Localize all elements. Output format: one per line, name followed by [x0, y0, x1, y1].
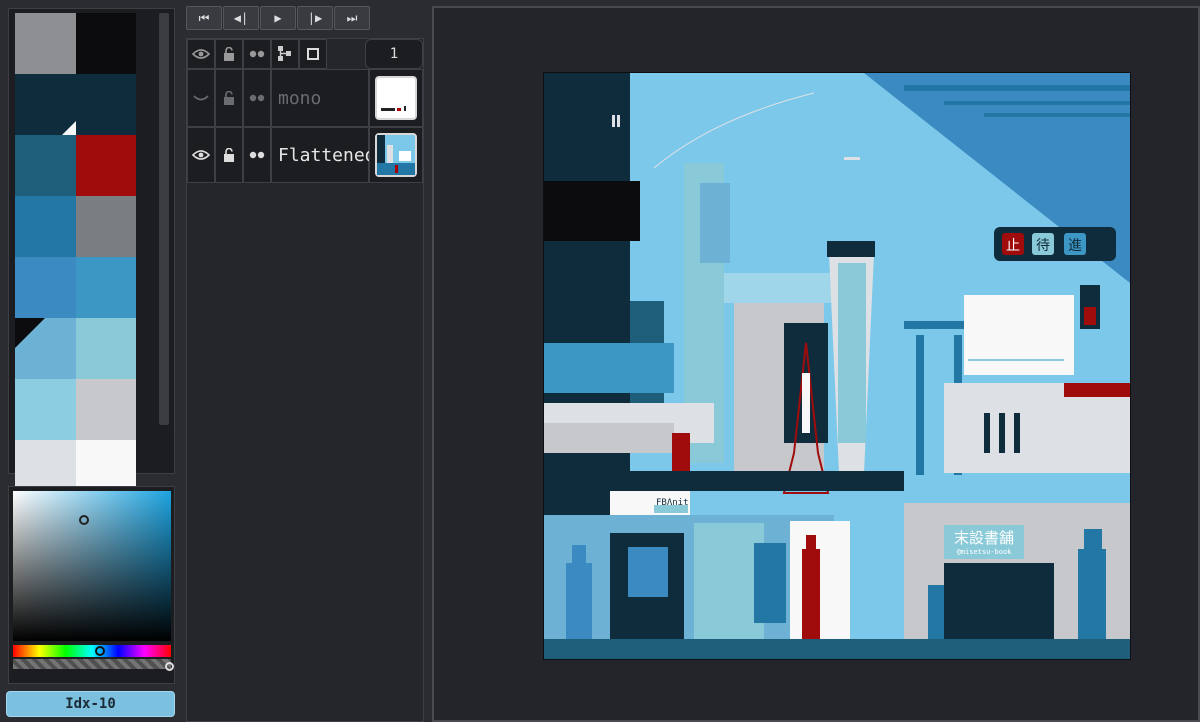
- palette-swatch[interactable]: [15, 196, 76, 257]
- thumbnail-mono-image: [375, 76, 417, 120]
- palette-scrollbar[interactable]: [159, 13, 169, 425]
- visibility-eye-icon[interactable]: [187, 127, 215, 183]
- skip-to-end-icon: ⏭: [346, 11, 358, 25]
- palette-swatch[interactable]: [76, 318, 136, 379]
- layer-lock-icon[interactable]: [215, 127, 243, 183]
- palette-swatch[interactable]: [15, 318, 76, 379]
- signal-char-stop: 止: [1006, 238, 1020, 254]
- thumbnail-flattened-image: [375, 133, 417, 177]
- layer-name-flattened[interactable]: Flattened: [271, 127, 376, 183]
- bookshop-sign-text: 末設書舗: [954, 529, 1014, 547]
- play-button[interactable]: ▶: [260, 6, 296, 30]
- palette-swatch[interactable]: [76, 135, 136, 196]
- layer-lock-icon[interactable]: [215, 69, 243, 127]
- last-frame-button[interactable]: ⏭: [334, 6, 370, 30]
- station-sign: FBɅnit: [656, 498, 689, 508]
- artwork-canvas[interactable]: 止 待 進 FBɅnit 末設書舗 @misetsu-book: [543, 72, 1131, 660]
- palette-swatch[interactable]: [15, 13, 76, 74]
- palette-swatch[interactable]: [15, 379, 76, 440]
- palette-swatch[interactable]: [62, 74, 136, 135]
- layers-panel: 1 mono Flattened: [186, 38, 424, 722]
- layer-thumbnail-mono[interactable]: [369, 69, 423, 127]
- lock-icon[interactable]: [215, 39, 243, 69]
- link-icon[interactable]: [243, 39, 271, 69]
- secondary-swatch-marker: [15, 318, 45, 348]
- color-picker-panel: [8, 486, 175, 684]
- frame-square-icon[interactable]: [299, 39, 327, 69]
- swatch-grid: [15, 13, 136, 501]
- frame-number[interactable]: 1: [365, 39, 423, 69]
- signal-char-wait: 待: [1036, 238, 1050, 254]
- layer-thumbnail-flattened[interactable]: [369, 127, 423, 183]
- layers-header-row: 1: [187, 39, 423, 69]
- palette-panel: [8, 8, 175, 501]
- alpha-cursor[interactable]: [165, 662, 174, 671]
- playback-controls: ⏮ ◀| ▶ |▶ ⏭: [186, 6, 372, 32]
- hue-slider[interactable]: [13, 645, 171, 657]
- eye-icon[interactable]: [187, 39, 215, 69]
- palette-swatch[interactable]: [15, 257, 76, 318]
- play-icon: ▶: [274, 11, 282, 25]
- prev-frame-button[interactable]: ◀|: [223, 6, 259, 30]
- alpha-slider[interactable]: [13, 659, 171, 669]
- step-back-icon: ◀|: [233, 11, 249, 25]
- first-frame-button[interactable]: ⏮: [186, 6, 222, 30]
- step-forward-icon: |▶: [307, 11, 323, 25]
- bookshop-sign-handle: @misetsu-book: [957, 548, 1013, 556]
- visibility-hidden-icon[interactable]: [187, 69, 215, 127]
- layer-name-mono[interactable]: mono: [271, 69, 369, 127]
- layer-link-icon[interactable]: [243, 69, 271, 127]
- layer-row-mono[interactable]: mono: [187, 69, 423, 127]
- palette-swatch[interactable]: [76, 257, 136, 318]
- skip-to-start-icon: ⏮: [198, 11, 210, 25]
- saturation-value-square[interactable]: [13, 491, 171, 641]
- palette-swatch[interactable]: [15, 135, 76, 196]
- layer-link-icon[interactable]: [243, 127, 271, 183]
- header-spacer: [327, 39, 365, 69]
- selected-swatch-marker: [62, 121, 76, 135]
- city-pixel-artwork: 止 待 進 FBɅnit 末設書舗 @misetsu-book: [544, 73, 1130, 659]
- palette-swatch[interactable]: [76, 13, 136, 74]
- sv-cursor[interactable]: [79, 515, 89, 525]
- layer-row-flattened[interactable]: Flattened: [187, 127, 423, 183]
- next-frame-button[interactable]: |▶: [297, 6, 333, 30]
- color-index-button[interactable]: Idx-10: [6, 691, 175, 717]
- palette-swatch[interactable]: [76, 196, 136, 257]
- hue-cursor[interactable]: [95, 646, 105, 656]
- layer-tree-icon[interactable]: [271, 39, 299, 69]
- signal-char-go: 進: [1068, 238, 1082, 254]
- palette-swatch[interactable]: [76, 379, 136, 440]
